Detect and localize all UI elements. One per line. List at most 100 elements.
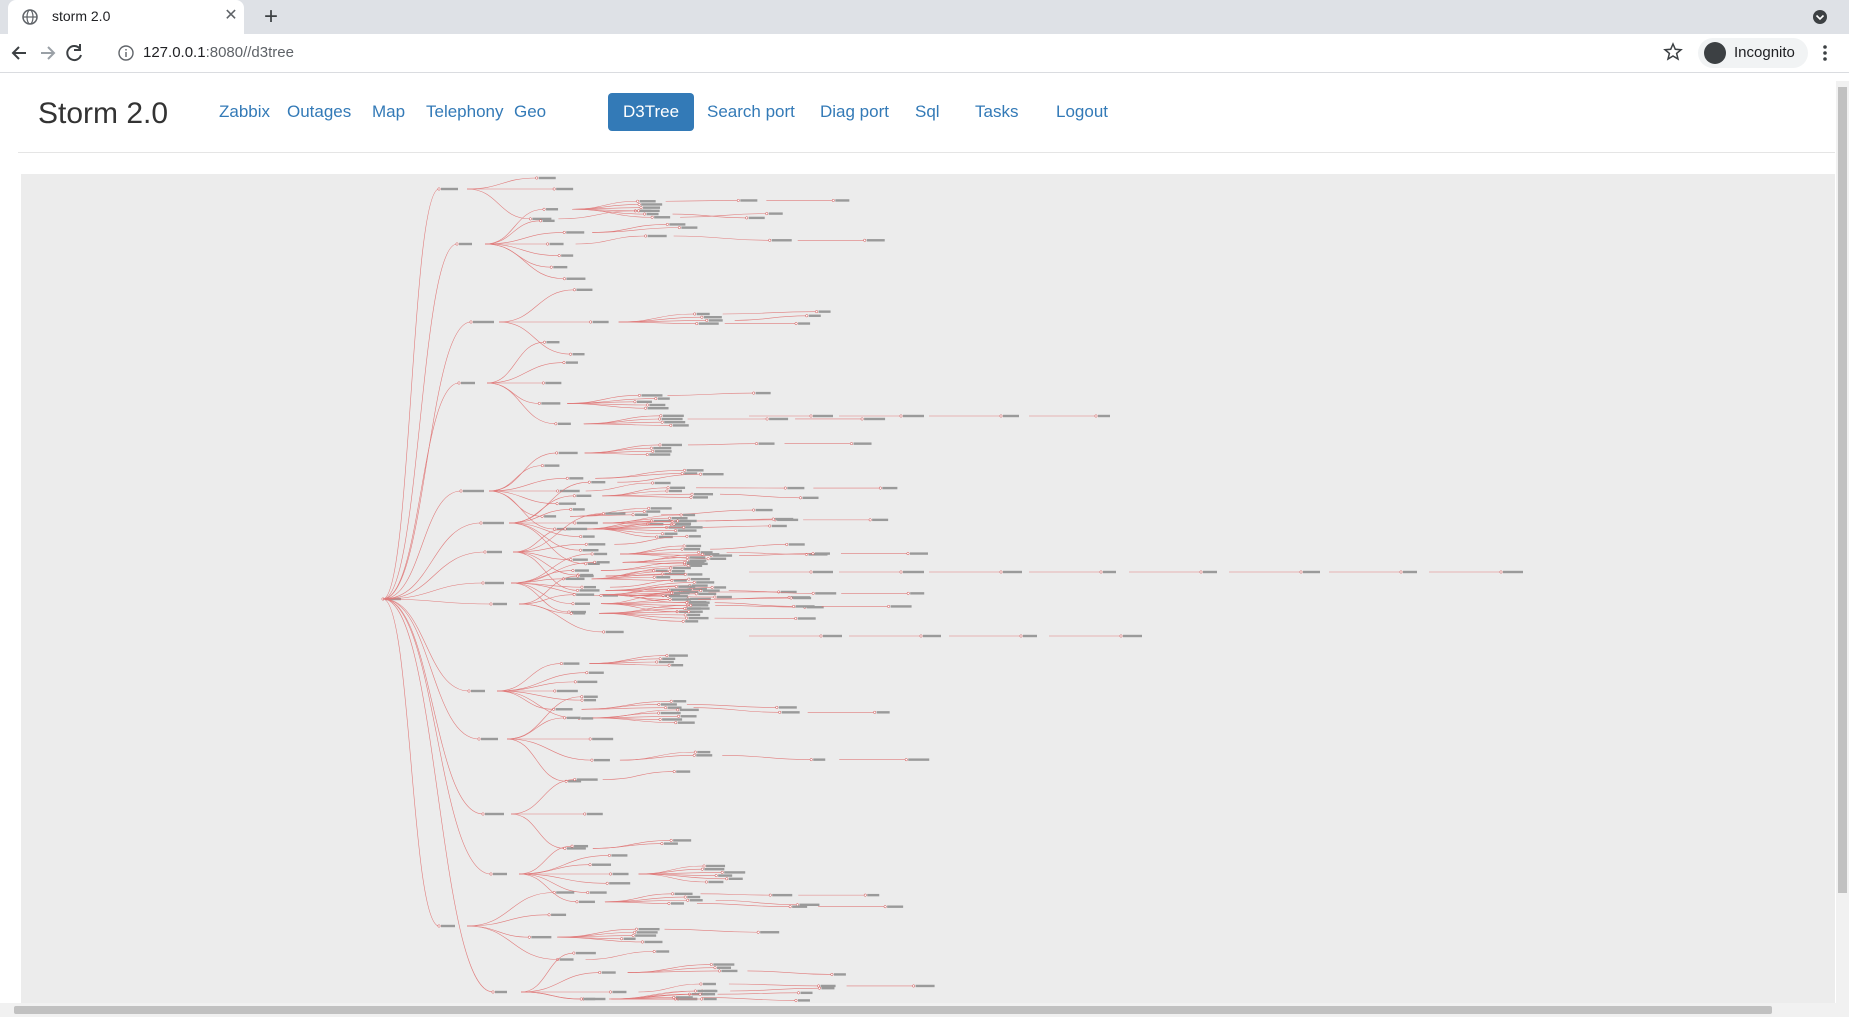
tree-node[interactable] xyxy=(765,417,769,421)
tree-node[interactable] xyxy=(679,513,683,517)
tree-node[interactable] xyxy=(652,575,656,579)
nav-d3tree[interactable]: D3Tree xyxy=(608,93,695,131)
tree-node[interactable] xyxy=(694,592,698,596)
tree-node[interactable] xyxy=(692,753,696,757)
tree-node[interactable] xyxy=(605,881,609,885)
tree-node[interactable] xyxy=(601,512,605,516)
tree-node[interactable] xyxy=(638,393,641,397)
tree-node[interactable] xyxy=(552,891,556,894)
tree-node[interactable] xyxy=(546,242,550,246)
tree-node[interactable] xyxy=(680,472,684,475)
tree-node[interactable] xyxy=(579,535,583,539)
horizontal-scrollbar[interactable] xyxy=(0,1003,1836,1017)
tree-node[interactable] xyxy=(481,581,485,585)
tree-node[interactable] xyxy=(775,705,779,709)
browser-tab[interactable]: storm 2.0 ✕ xyxy=(8,0,244,34)
tree-node[interactable] xyxy=(580,585,584,589)
tree-node[interactable] xyxy=(665,222,669,226)
tree-node[interactable] xyxy=(818,986,821,990)
tree-node[interactable] xyxy=(745,216,749,220)
tree-node[interactable] xyxy=(477,737,481,741)
tree-node[interactable] xyxy=(692,580,696,584)
tree-node[interactable] xyxy=(569,352,572,356)
tree-node[interactable] xyxy=(689,495,693,499)
tree-node[interactable] xyxy=(489,872,493,876)
tree-node[interactable] xyxy=(683,607,687,610)
tree-node[interactable] xyxy=(752,508,756,512)
tree-node[interactable] xyxy=(771,517,775,521)
tree-node[interactable] xyxy=(658,417,662,421)
tree-node[interactable] xyxy=(682,525,686,529)
tree-node[interactable] xyxy=(906,552,910,556)
nav-tasks[interactable]: Tasks xyxy=(960,93,1033,131)
tree-node[interactable] xyxy=(668,569,672,573)
tree-node[interactable] xyxy=(562,277,566,281)
tree-node[interactable] xyxy=(580,698,584,702)
tree-node[interactable] xyxy=(541,381,545,385)
tree-node[interactable] xyxy=(654,397,658,401)
tree-node[interactable] xyxy=(667,902,671,905)
tree-node[interactable] xyxy=(687,577,691,581)
tree-node[interactable] xyxy=(873,710,877,714)
tree-node[interactable] xyxy=(542,207,546,211)
brand-title[interactable]: Storm 2.0 xyxy=(38,97,168,131)
tree-node[interactable] xyxy=(660,842,664,846)
tree-node[interactable] xyxy=(677,714,681,718)
tree-node[interactable] xyxy=(573,778,577,782)
tree-node[interactable] xyxy=(777,590,781,594)
tree-node[interactable] xyxy=(672,522,676,526)
tree-node[interactable] xyxy=(635,927,638,931)
tree-node[interactable] xyxy=(602,630,606,634)
close-tab-icon[interactable]: ✕ xyxy=(222,7,240,25)
nav-sql[interactable]: Sql xyxy=(900,93,955,131)
tree-node[interactable] xyxy=(609,872,612,876)
tree-node[interactable] xyxy=(718,969,721,973)
tree-node[interactable] xyxy=(651,481,655,485)
tree-node[interactable] xyxy=(584,542,588,546)
d3-tree-svg[interactable] xyxy=(21,174,1835,1003)
tree-node[interactable] xyxy=(809,414,813,418)
tree-node[interactable] xyxy=(598,971,602,974)
tree-node[interactable] xyxy=(588,863,592,867)
tree-node[interactable] xyxy=(815,310,819,314)
nav-search-port[interactable]: Search port xyxy=(692,93,810,131)
tree-node[interactable] xyxy=(1199,570,1203,574)
tree-node[interactable] xyxy=(725,877,729,881)
tree-node[interactable] xyxy=(702,864,706,868)
tree-node[interactable] xyxy=(491,990,495,994)
tree-node[interactable] xyxy=(794,998,798,1002)
tree-node[interactable] xyxy=(459,489,463,493)
tree-node[interactable] xyxy=(572,288,576,292)
tree-node[interactable] xyxy=(570,844,574,848)
tree-node[interactable] xyxy=(999,570,1003,574)
tree-node[interactable] xyxy=(658,443,662,447)
nav-geo[interactable]: Geo xyxy=(499,93,561,131)
tree-node[interactable] xyxy=(899,414,903,418)
tree-node[interactable] xyxy=(571,602,575,606)
tree-node[interactable] xyxy=(647,506,651,510)
tree-node[interactable] xyxy=(562,361,566,365)
tree-node[interactable] xyxy=(557,254,561,258)
tree-node[interactable] xyxy=(528,217,532,221)
tree-node[interactable] xyxy=(583,812,587,816)
tree-node[interactable] xyxy=(699,982,703,986)
tree-node[interactable] xyxy=(667,663,671,667)
tree-node[interactable] xyxy=(699,472,703,476)
tree-node[interactable] xyxy=(571,569,575,573)
tree-node[interactable] xyxy=(693,750,697,754)
tree-node[interactable] xyxy=(805,314,809,318)
tree-node[interactable] xyxy=(563,716,567,720)
tree-node[interactable] xyxy=(437,924,441,928)
tree-node[interactable] xyxy=(850,442,853,446)
tree-node[interactable] xyxy=(641,940,644,944)
tree-node[interactable] xyxy=(1099,570,1103,574)
tree-node[interactable] xyxy=(554,422,558,426)
tree-node[interactable] xyxy=(645,403,649,407)
tree-node[interactable] xyxy=(572,951,576,955)
back-arrow-icon[interactable] xyxy=(6,39,34,67)
tree-node[interactable] xyxy=(549,265,553,269)
tree-node[interactable] xyxy=(579,997,583,1001)
tree-node[interactable] xyxy=(569,507,573,511)
tree-node[interactable] xyxy=(685,616,689,620)
tree-node[interactable] xyxy=(527,935,531,939)
